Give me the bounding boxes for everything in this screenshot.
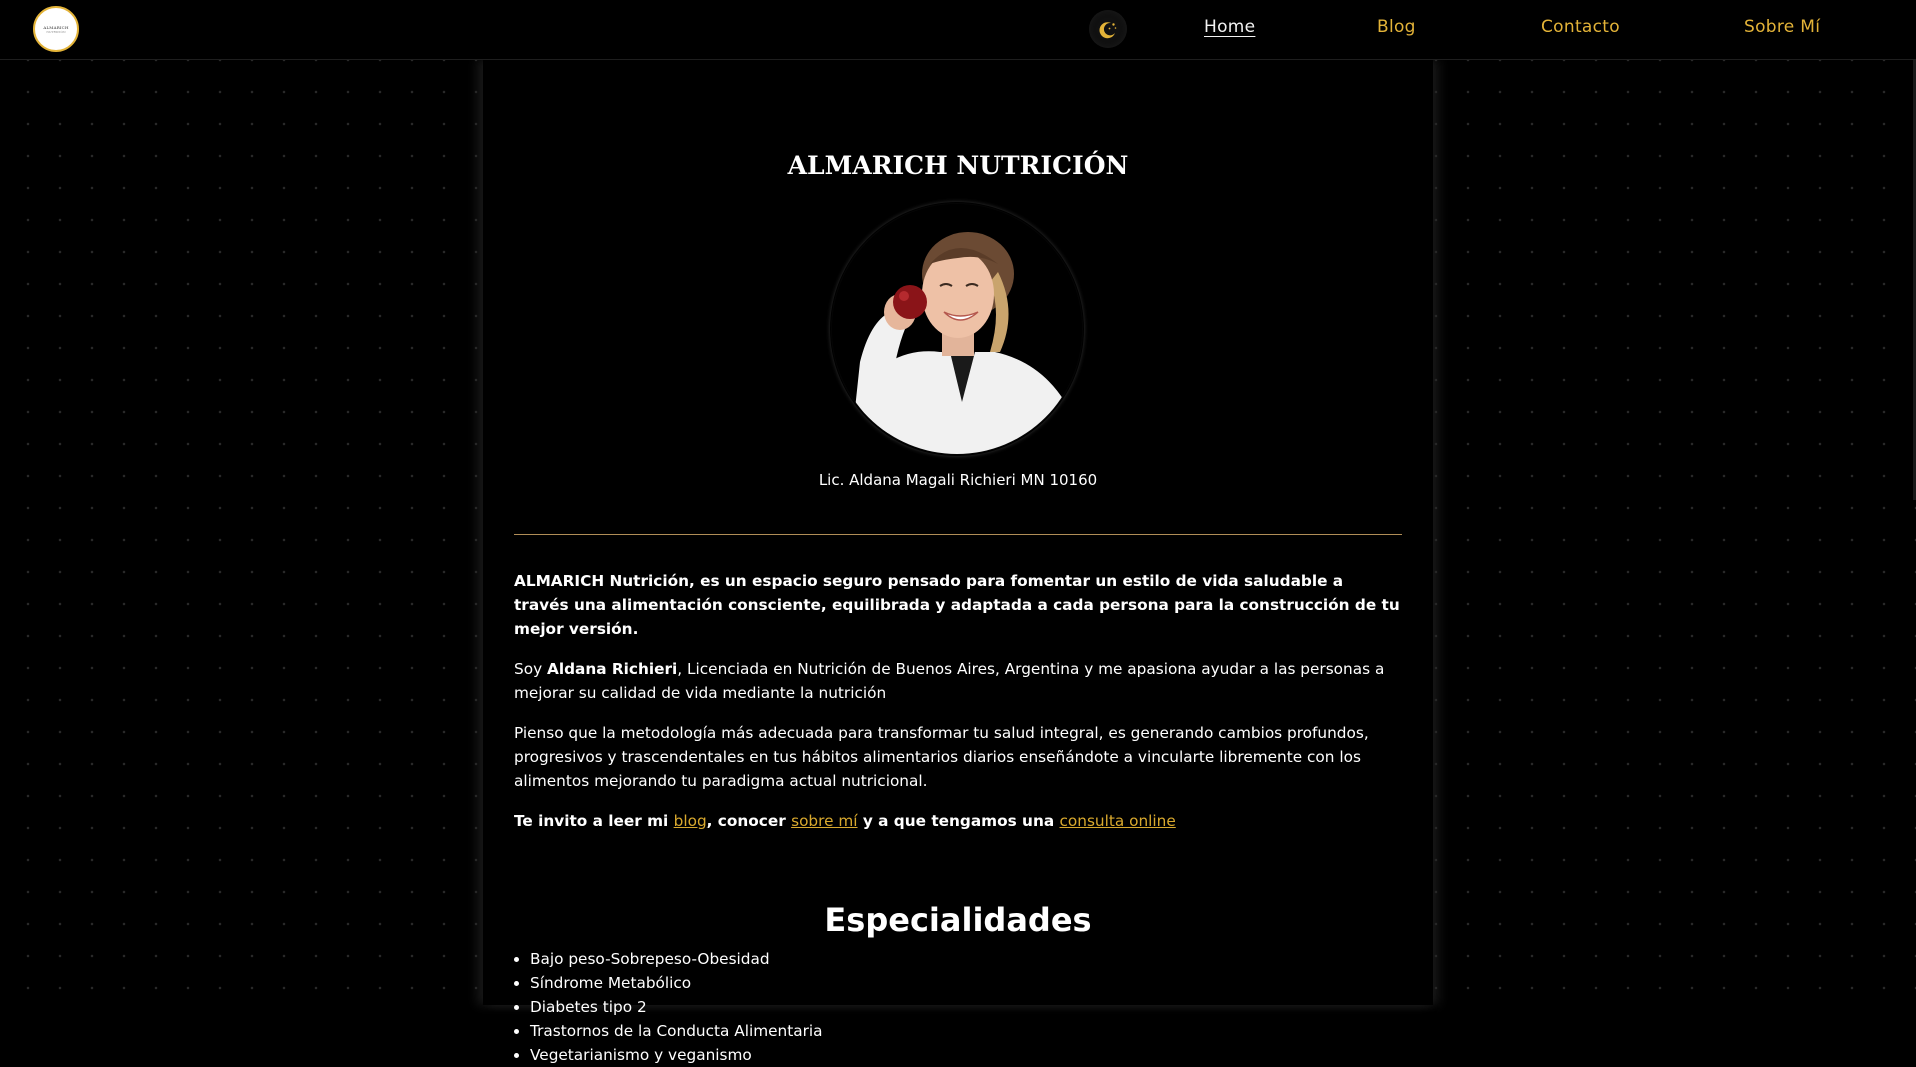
profile-photo [831, 203, 1083, 455]
site-logo[interactable]: ALMARICH NUTRICIÓN [33, 6, 79, 52]
site-header: ALMARICH NUTRICIÓN Home Blog Contacto So… [0, 0, 1916, 60]
list-item: Vegetarianismo y veganismo [530, 1043, 1418, 1067]
moon-stars-icon [1099, 22, 1117, 39]
main-content: ALMARICH NUTRICIÓN Lic. Aldana Magali Ri… [483, 59, 1433, 1064]
specialties-list: Bajo peso-Sobrepeso-Obesidad Síndrome Me… [514, 947, 1418, 1067]
blog-link[interactable]: blog [674, 812, 707, 830]
list-item: Bajo peso-Sobrepeso-Obesidad [530, 947, 1418, 971]
intro-paragraph: ALMARICH Nutrición, es un espacio seguro… [514, 569, 1402, 641]
specialties-heading: Especialidades [824, 901, 1092, 939]
section-divider [514, 534, 1402, 535]
nav-contact-link[interactable]: Contacto [1541, 17, 1620, 37]
page-title: ALMARICH NUTRICIÓN [787, 151, 1129, 180]
nav-about-link[interactable]: Sobre Mí [1744, 17, 1820, 37]
about-prefix: Soy [514, 660, 547, 678]
list-item: Diabetes tipo 2 [530, 995, 1418, 1019]
profile-caption: Lic. Aldana Magali Richieri MN 10160 [818, 471, 1098, 489]
nav-home-link[interactable]: Home [1204, 17, 1255, 37]
theme-toggle-button[interactable] [1089, 10, 1127, 48]
invite-text-1: Te invito a leer mi [514, 812, 674, 830]
method-paragraph: Pienso que la metodología más adecuada p… [514, 724, 1369, 790]
about-link[interactable]: sobre mí [791, 812, 857, 830]
invite-text-2: , conocer [706, 812, 792, 830]
about-name: Aldana Richieri [546, 660, 678, 678]
list-item: Trastornos de la Conducta Alimentaria [530, 1019, 1418, 1043]
nav-blog-link[interactable]: Blog [1377, 17, 1416, 37]
invite-text-3: y a que tengamos una [857, 812, 1060, 830]
consult-link[interactable]: consulta online [1059, 812, 1175, 830]
list-item: Síndrome Metabólico [530, 971, 1418, 995]
logo-subtitle: NUTRICIÓN [46, 29, 66, 34]
intro-copy: ALMARICH Nutrición, es un espacio seguro… [514, 569, 1402, 849]
intro-text: ALMARICH Nutrición, es un espacio seguro… [514, 572, 1400, 638]
invite-paragraph: Te invito a leer mi blog, conocer sobre … [514, 809, 1402, 833]
about-paragraph: Soy Aldana Richieri, Licenciada en Nutri… [514, 657, 1402, 705]
